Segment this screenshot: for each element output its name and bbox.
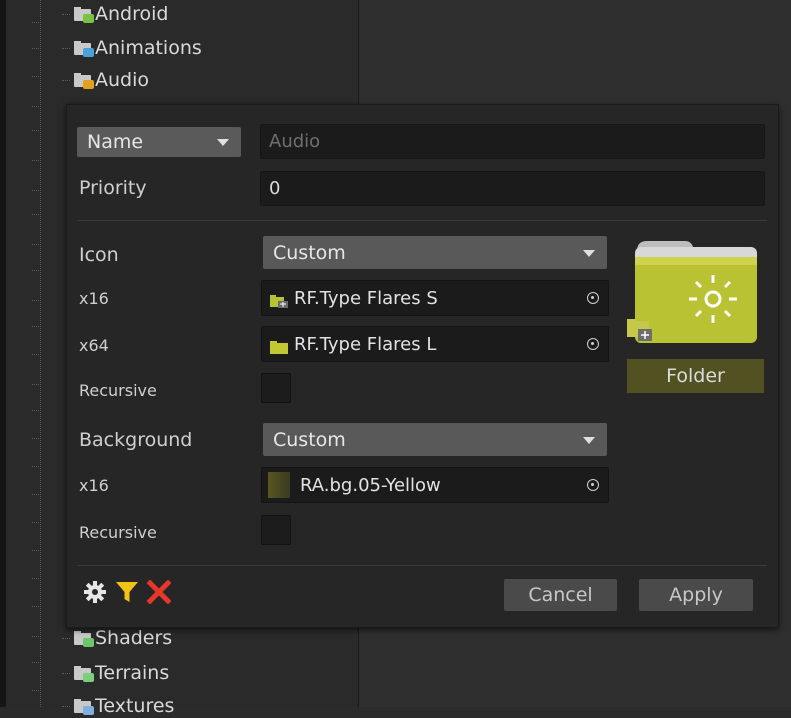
icon-mode-dropdown[interactable]: Custom	[263, 236, 607, 269]
icon-x64-label: x64	[79, 336, 109, 355]
delete-icon[interactable]	[146, 579, 172, 605]
textures-folder-icon	[74, 699, 94, 715]
name-input-placeholder: Audio	[269, 131, 321, 152]
object-picker-button[interactable]	[578, 468, 608, 502]
tree-item-textures[interactable]: Textures	[62, 694, 174, 718]
tree-tick	[32, 578, 41, 579]
background-x16-field[interactable]: RA.bg.05-Yellow	[261, 467, 609, 503]
background-recursive-checkbox[interactable]	[261, 515, 291, 545]
background-x16-value: RA.bg.05-Yellow	[300, 474, 441, 496]
dropdown-arrow-icon	[583, 436, 595, 444]
tree-item-audio[interactable]: Audio	[62, 68, 149, 92]
settings-gear-icon[interactable]	[83, 580, 107, 604]
separator	[77, 220, 767, 221]
target-circle-icon	[587, 292, 599, 304]
background-mode-dropdown[interactable]: Custom	[263, 423, 607, 456]
icon-x64-field[interactable]: RF.Type Flares L	[261, 326, 609, 362]
apply-button[interactable]: Apply	[639, 579, 753, 611]
folder-preview-label: Folder	[627, 359, 764, 393]
icon-x16-value: RF.Type Flares S	[294, 287, 438, 309]
tree-tick	[32, 160, 41, 161]
tree-item-shaders[interactable]: Shaders	[62, 626, 172, 650]
tree-connector	[62, 672, 70, 674]
tree-item-label: Terrains	[95, 662, 170, 684]
tree-tick	[32, 690, 41, 691]
tree-tick	[32, 466, 41, 467]
separator	[77, 565, 767, 566]
folder-style-editor-popup: Name Audio Priority 0 Icon Custom x16 RF…	[66, 104, 779, 628]
tree-connector	[62, 47, 70, 49]
type-flares-small-icon	[270, 292, 288, 308]
tree-tick	[32, 48, 41, 49]
priority-value: 0	[269, 178, 281, 199]
terrains-folder-icon	[74, 666, 94, 682]
tree-item-android[interactable]: Android	[62, 2, 168, 26]
type-flares-large-icon	[270, 338, 288, 354]
background-x16-label: x16	[79, 476, 109, 495]
tree-item-label: Shaders	[95, 627, 173, 649]
tree-tick	[32, 326, 41, 327]
android-folder-icon	[74, 7, 94, 23]
icon-recursive-checkbox[interactable]	[261, 373, 291, 403]
tree-tick	[32, 76, 41, 77]
tree-item-animations[interactable]: Animations	[62, 36, 202, 60]
tree-tick	[32, 130, 41, 131]
tree-tick	[32, 190, 41, 191]
cancel-button[interactable]: Cancel	[504, 579, 617, 611]
tree-tick	[32, 550, 41, 551]
tree-tick	[32, 384, 41, 385]
tree-tick	[32, 22, 41, 23]
yellow-background-swatch	[268, 472, 290, 498]
dropdown-arrow-icon	[217, 139, 229, 146]
tree-item-terrains[interactable]: Terrains	[62, 661, 169, 685]
animations-folder-icon	[74, 41, 94, 57]
tree-item-label: Animations	[95, 37, 202, 59]
name-mode-dropdown[interactable]: Name	[77, 127, 241, 157]
target-circle-icon	[587, 479, 599, 491]
dropdown-arrow-icon	[583, 249, 595, 257]
tree-item-label: Audio	[95, 69, 150, 91]
tree-tick	[32, 244, 41, 245]
tree-tick	[32, 662, 41, 663]
tree-tick	[32, 300, 41, 301]
background-mode-value: Custom	[273, 428, 346, 451]
tree-connector	[62, 79, 70, 81]
icon-x16-label: x16	[79, 289, 109, 308]
name-mode-label: Name	[87, 131, 144, 153]
icon-mode-value: Custom	[273, 241, 346, 264]
tree-tick	[32, 410, 41, 411]
tree-tick	[32, 106, 41, 107]
priority-label: Priority	[79, 177, 147, 199]
folder-preview-icon	[627, 233, 767, 357]
icon-x16-field[interactable]: RF.Type Flares S	[261, 280, 609, 316]
tree-tick	[32, 214, 41, 215]
tree-tick	[32, 494, 41, 495]
background-recursive-label: Recursive	[79, 523, 157, 542]
tree-tick	[32, 354, 41, 355]
audio-folder-icon	[74, 73, 94, 89]
tree-connector	[62, 637, 70, 639]
icon-recursive-label: Recursive	[79, 381, 157, 400]
tree-tick	[32, 270, 41, 271]
tree-tick	[32, 606, 41, 607]
tree-connector	[62, 13, 70, 15]
filter-icon[interactable]	[115, 580, 139, 604]
name-input[interactable]: Audio	[260, 124, 765, 159]
tree-connector	[62, 705, 70, 707]
background-label: Background	[79, 429, 193, 451]
icon-x64-value: RF.Type Flares L	[294, 333, 437, 355]
priority-input[interactable]: 0	[260, 171, 765, 206]
tree-item-label: Textures	[95, 695, 175, 717]
tree-item-label: Android	[95, 3, 169, 25]
tree-tick	[32, 438, 41, 439]
object-picker-button[interactable]	[578, 281, 608, 315]
target-circle-icon	[587, 338, 599, 350]
shaders-folder-icon	[74, 631, 94, 647]
tree-tick	[32, 636, 41, 637]
tree-tick	[32, 522, 41, 523]
icon-label: Icon	[79, 244, 119, 266]
object-picker-button[interactable]	[578, 327, 608, 361]
